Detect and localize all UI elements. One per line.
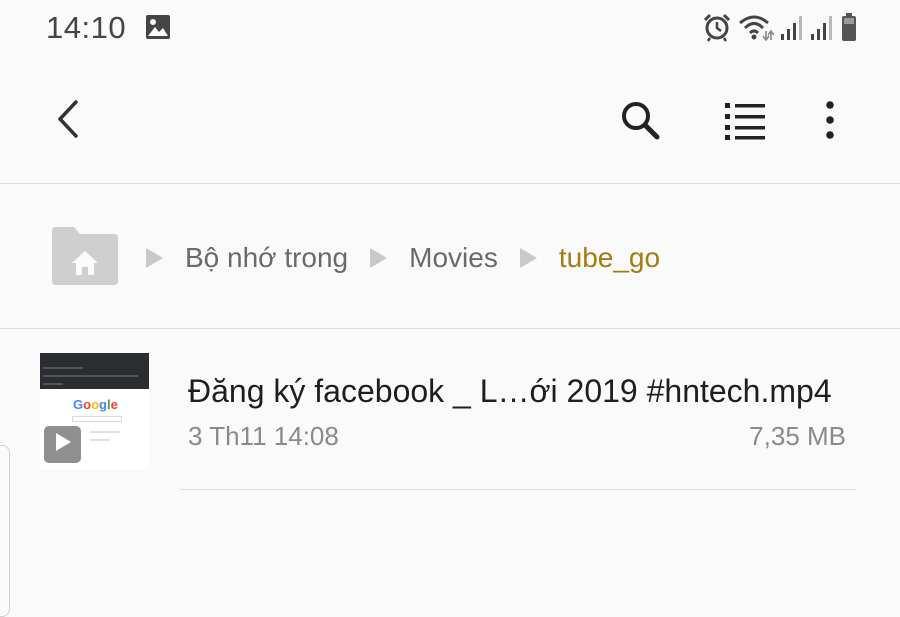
chevron-right-icon	[519, 248, 537, 268]
thumbnail-searchbox	[72, 416, 122, 422]
gallery-icon	[145, 14, 171, 45]
file-list-item[interactable]: Google Đăng ký facebook _ L…ới 2019 #hnt…	[0, 330, 900, 490]
search-button[interactable]	[614, 96, 666, 148]
status-time: 14:10	[46, 10, 127, 45]
status-bar: 14:10	[0, 0, 900, 58]
back-button[interactable]	[46, 98, 92, 144]
toolbar-divider	[0, 183, 900, 184]
status-icons	[702, 12, 858, 47]
file-date: 3 Th11 14:08	[188, 421, 339, 451]
file-name: Đăng ký facebook _ L…ới 2019 #hntech.mp4	[188, 373, 832, 409]
battery-icon	[840, 12, 858, 47]
wifi-icon	[738, 12, 775, 47]
breadcrumb-item-current[interactable]: tube_go	[559, 242, 660, 274]
home-folder-icon	[50, 227, 120, 291]
search-icon	[619, 99, 661, 146]
more-icon	[825, 100, 835, 145]
thumbnail-header	[40, 353, 149, 389]
alarm-icon	[702, 12, 732, 47]
breadcrumb-path: Bộ nhớ trong Movies tube_go	[146, 241, 682, 275]
file-divider	[180, 489, 856, 490]
more-options-button[interactable]	[812, 96, 848, 148]
breadcrumb-divider	[0, 328, 900, 329]
breadcrumb-item-movies[interactable]: Movies	[409, 242, 498, 274]
video-thumbnail: Google	[40, 353, 149, 469]
file-size: 7,35 MB	[749, 421, 846, 451]
toolbar	[0, 70, 900, 170]
breadcrumb: Bộ nhớ trong Movies tube_go	[0, 185, 900, 328]
thumbnail-text	[90, 439, 110, 441]
signal-icon	[780, 12, 804, 47]
chevron-right-icon	[370, 248, 388, 268]
thumbnail-text	[90, 431, 120, 433]
edge-panel-handle[interactable]	[0, 445, 10, 617]
home-folder-button[interactable]	[50, 225, 120, 287]
signal-icon	[810, 12, 834, 47]
back-icon	[54, 99, 84, 144]
list-view-button[interactable]	[718, 96, 772, 148]
chevron-right-icon	[146, 248, 163, 268]
thumbnail-logo: Google	[73, 397, 118, 412]
play-icon	[53, 431, 73, 458]
play-badge	[44, 426, 81, 463]
breadcrumb-item-internal-storage[interactable]: Bộ nhớ trong	[185, 242, 348, 274]
list-view-icon	[723, 100, 767, 145]
